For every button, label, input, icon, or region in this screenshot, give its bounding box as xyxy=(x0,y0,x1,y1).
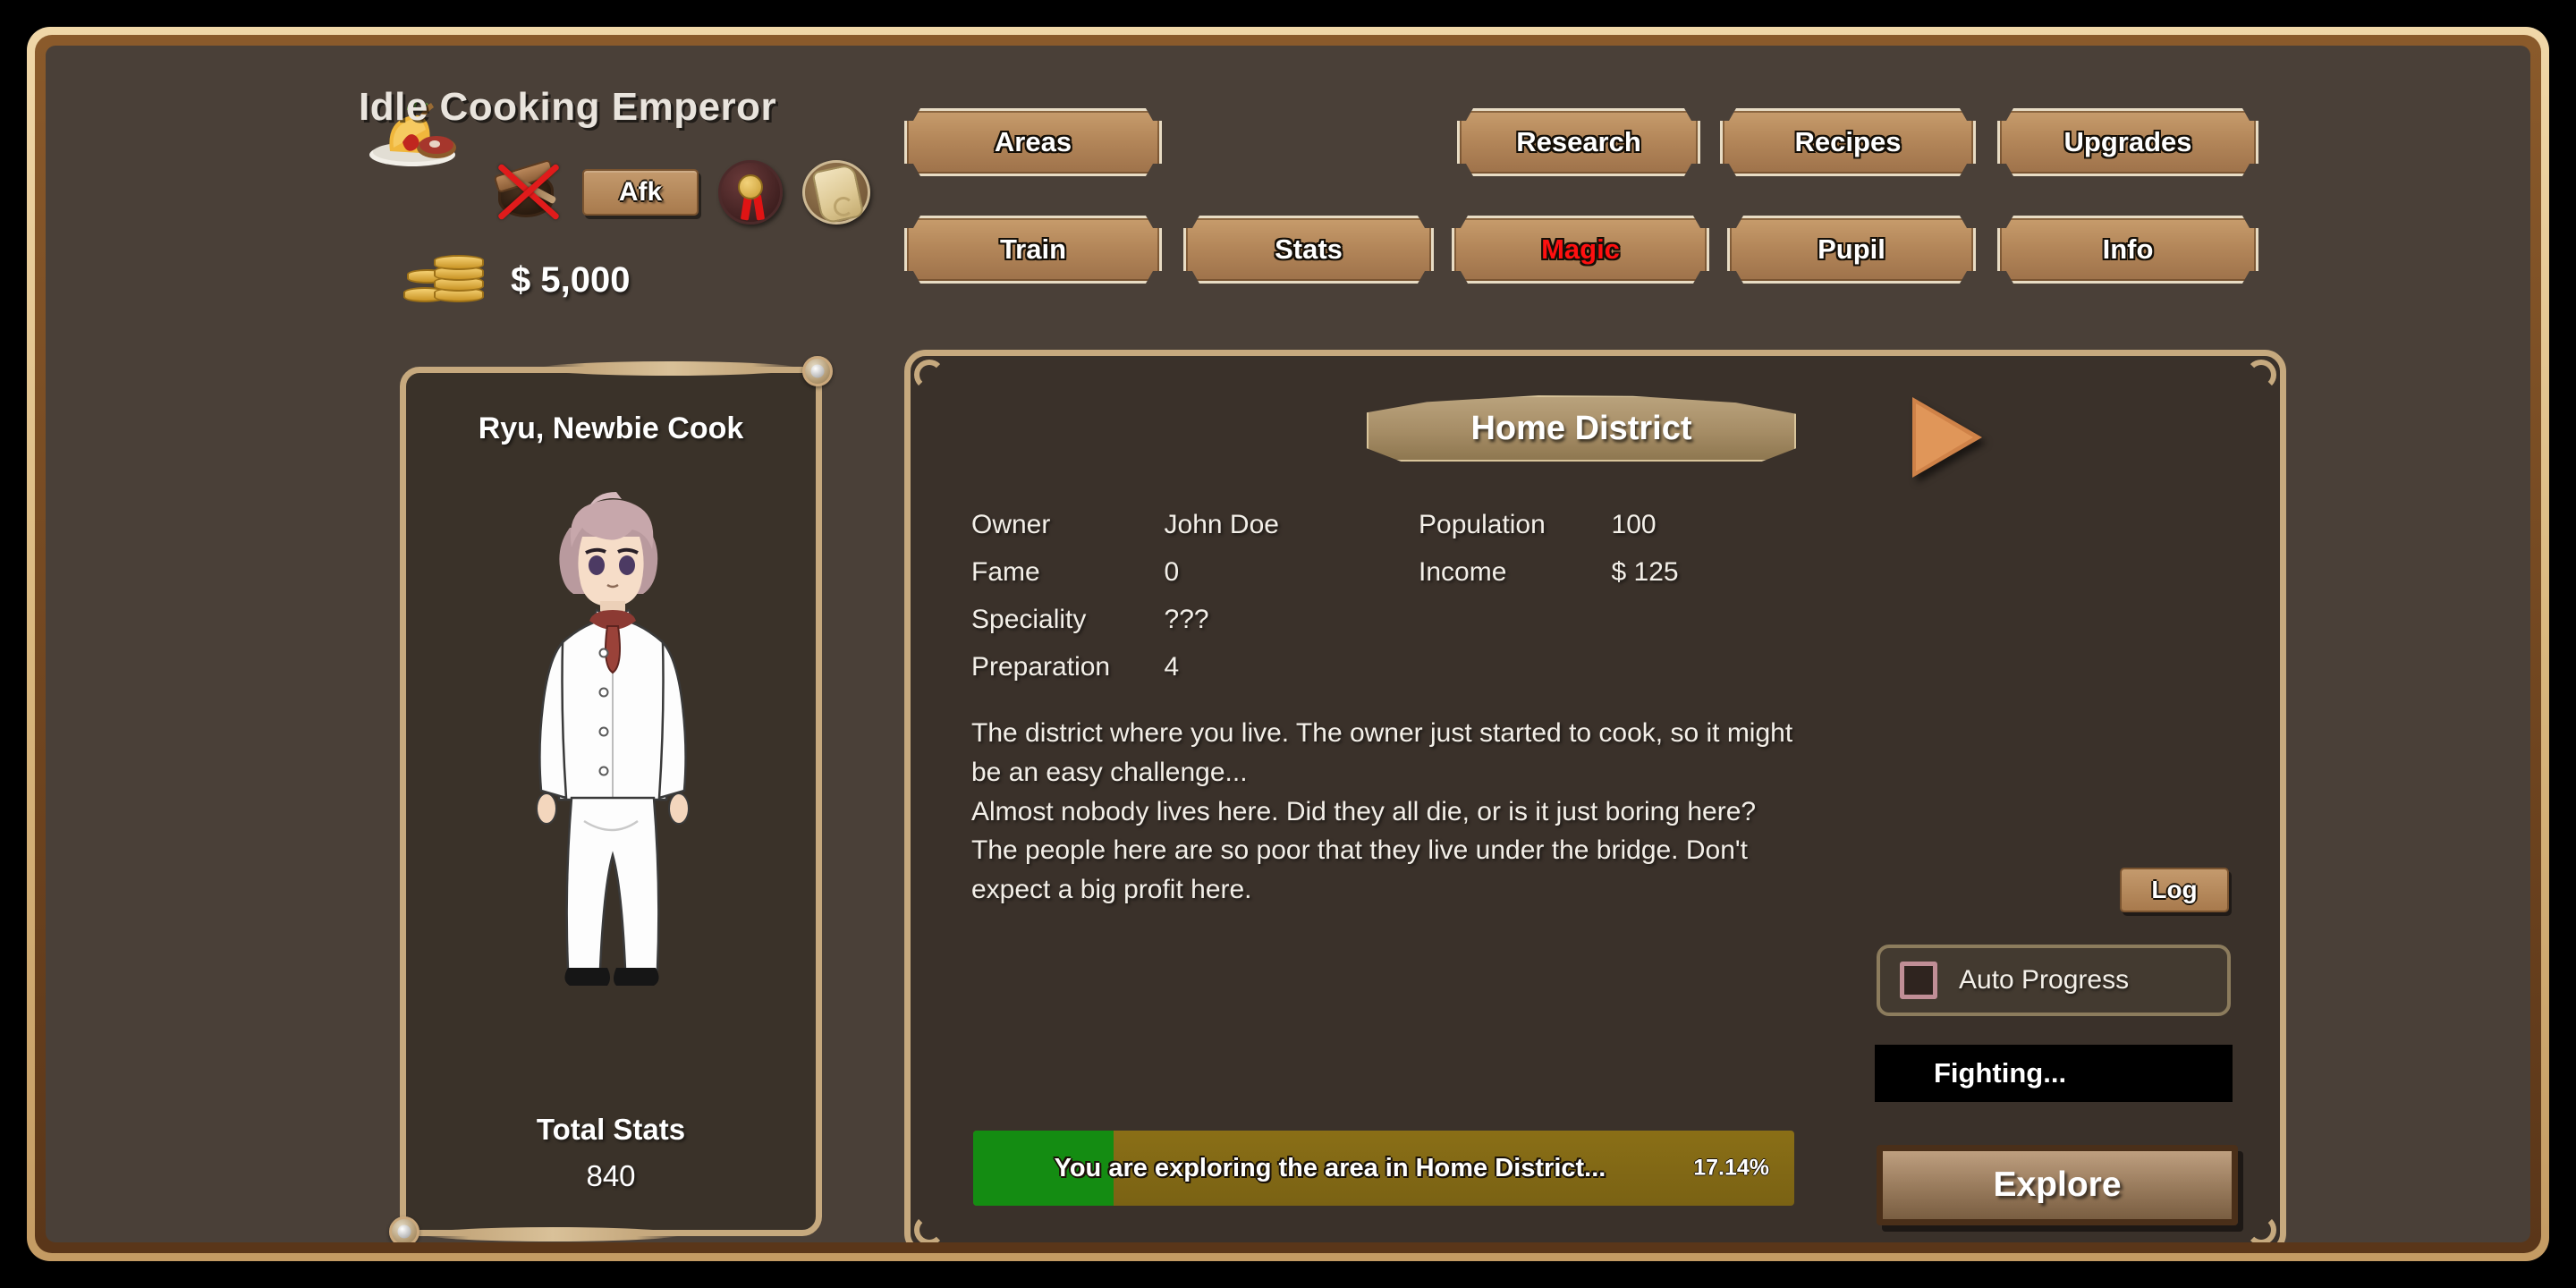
stat-row: Preparation 4 xyxy=(971,652,1866,682)
afk-label: Afk xyxy=(618,177,663,207)
nav-label-research: Research xyxy=(1516,126,1641,157)
character-name: Ryu, Newbie Cook xyxy=(478,411,744,445)
game-screen: Idle Cooking Emperor Afk $ 5,000 Areas R… xyxy=(0,0,2576,1288)
window-frame-outer: Idle Cooking Emperor Afk $ 5,000 Areas R… xyxy=(27,27,2549,1261)
stat-label2 xyxy=(1419,652,1612,682)
stat-label: Preparation xyxy=(971,652,1111,682)
frame-flourish-bottom xyxy=(423,1227,682,1241)
window-body: Idle Cooking Emperor Afk $ 5,000 Areas R… xyxy=(46,46,2530,1242)
stat-label: Fame xyxy=(971,557,1040,587)
total-stats-label: Total Stats xyxy=(536,1113,686,1146)
nav-button-info[interactable]: Info xyxy=(1997,216,2258,284)
nav-button-recipes[interactable]: Recipes xyxy=(1720,108,1976,176)
auto-progress-checkbox[interactable] xyxy=(1900,962,1937,999)
stat-value2 xyxy=(1612,652,1866,682)
character-panel: Ryu, Newbie Cook Total Stats 840 xyxy=(387,354,835,1242)
status-label: Fighting... xyxy=(1934,1057,2067,1089)
stat-label2: Population xyxy=(1419,510,1546,539)
nav-label-magic: Magic xyxy=(1541,233,1620,265)
explore-button[interactable]: Explore xyxy=(1877,1145,2238,1225)
description-paragraph: The district where you live. The owner j… xyxy=(971,718,1793,787)
stat-row: Fame 0 Income $ 125 xyxy=(971,557,1866,588)
nav-label-pupil: Pupil xyxy=(1818,233,1885,265)
district-title-banner: Home District xyxy=(1367,395,1796,462)
status-bar: Fighting... xyxy=(1875,1045,2233,1102)
badge-row: Afk xyxy=(493,158,870,225)
stat-value: ??? xyxy=(1164,605,1209,634)
nav-label-info: Info xyxy=(2102,233,2154,265)
frame-ornament-topright xyxy=(802,356,833,386)
auto-progress-label: Auto Progress xyxy=(1959,965,2130,995)
frame-ornament-bottomleft xyxy=(389,1216,419,1242)
frame-flourish-top xyxy=(539,361,799,376)
nav-button-pupil[interactable]: Pupil xyxy=(1727,216,1976,284)
stat-label: Speciality xyxy=(971,605,1087,634)
stat-row: Owner John Doe Population 100 xyxy=(971,510,1866,540)
description-paragraph: The people here are so poor that they li… xyxy=(971,835,1748,905)
chopping-board-disabled-icon[interactable] xyxy=(493,158,563,225)
nav-label-upgrades: Upgrades xyxy=(2063,126,2192,157)
window-frame-mid: Idle Cooking Emperor Afk $ 5,000 Areas R… xyxy=(35,35,2541,1253)
stat-value: John Doe xyxy=(1164,510,1279,539)
app-title: Idle Cooking Emperor xyxy=(359,85,777,129)
stat-value2 xyxy=(1612,605,1866,635)
afk-button[interactable]: Afk xyxy=(582,169,699,216)
nav-label-areas: Areas xyxy=(994,126,1072,157)
panel-corner-bottomleft xyxy=(914,1215,945,1242)
next-district-arrow-icon[interactable] xyxy=(1912,397,1982,478)
panel-corner-topleft xyxy=(914,360,945,390)
log-label: Log xyxy=(2151,876,2198,903)
stat-label2: Income xyxy=(1419,557,1507,587)
stat-value: 0 xyxy=(1164,557,1180,587)
panel-corner-bottomright xyxy=(2246,1215,2276,1242)
gold-coins-icon xyxy=(403,250,486,310)
brand: Idle Cooking Emperor xyxy=(359,85,776,130)
nav-button-upgrades[interactable]: Upgrades xyxy=(1997,108,2258,176)
description-paragraph: Almost nobody lives here. Did they all d… xyxy=(971,796,1757,826)
money-row: $ 5,000 xyxy=(403,250,630,310)
character-sprite xyxy=(536,492,690,986)
district-title: Home District xyxy=(1470,409,1692,447)
money-amount: $ 5,000 xyxy=(511,259,631,300)
exploration-progress-bar: You are exploring the area in Home Distr… xyxy=(973,1131,1794,1206)
stat-value2: $ 125 xyxy=(1611,557,1679,587)
ribbon-medal-icon[interactable] xyxy=(718,160,783,225)
nav-button-areas[interactable]: Areas xyxy=(904,108,1162,176)
stat-label2 xyxy=(1419,605,1612,635)
nav-label-recipes: Recipes xyxy=(1794,126,1902,157)
stat-value: 4 xyxy=(1164,652,1180,682)
progress-percent: 17.14% xyxy=(1693,1155,1769,1181)
stat-value2: 100 xyxy=(1611,510,1657,539)
nav-button-stats[interactable]: Stats xyxy=(1183,216,1434,284)
log-button[interactable]: Log xyxy=(2120,868,2229,912)
district-stats: Owner John Doe Population 100 Fame 0 Income $ 1… xyxy=(971,510,1866,699)
explore-label: Explore xyxy=(1993,1165,2122,1204)
total-stats-value: 840 xyxy=(586,1159,636,1192)
nav-button-research[interactable]: Research xyxy=(1457,108,1700,176)
nav-button-magic[interactable]: Magic xyxy=(1452,216,1709,284)
nav-label-stats: Stats xyxy=(1275,233,1343,265)
stat-row: Speciality??? xyxy=(971,605,1866,635)
panel-corner-topright xyxy=(2246,360,2276,390)
stat-label: Owner xyxy=(971,510,1051,539)
parchment-scroll-icon[interactable] xyxy=(802,160,870,225)
district-panel: Home District Owner John Doe Population 100… xyxy=(904,350,2286,1242)
auto-progress-toggle[interactable]: Auto Progress xyxy=(1877,945,2231,1016)
district-description: The district where you live. The owner j… xyxy=(971,714,1821,910)
nav-button-train[interactable]: Train xyxy=(904,216,1162,284)
progress-text: You are exploring the area in Home Distr… xyxy=(1054,1153,1606,1182)
header: Idle Cooking Emperor Afk $ 5,000 Areas R… xyxy=(46,46,2530,305)
nav-label-train: Train xyxy=(999,233,1067,265)
